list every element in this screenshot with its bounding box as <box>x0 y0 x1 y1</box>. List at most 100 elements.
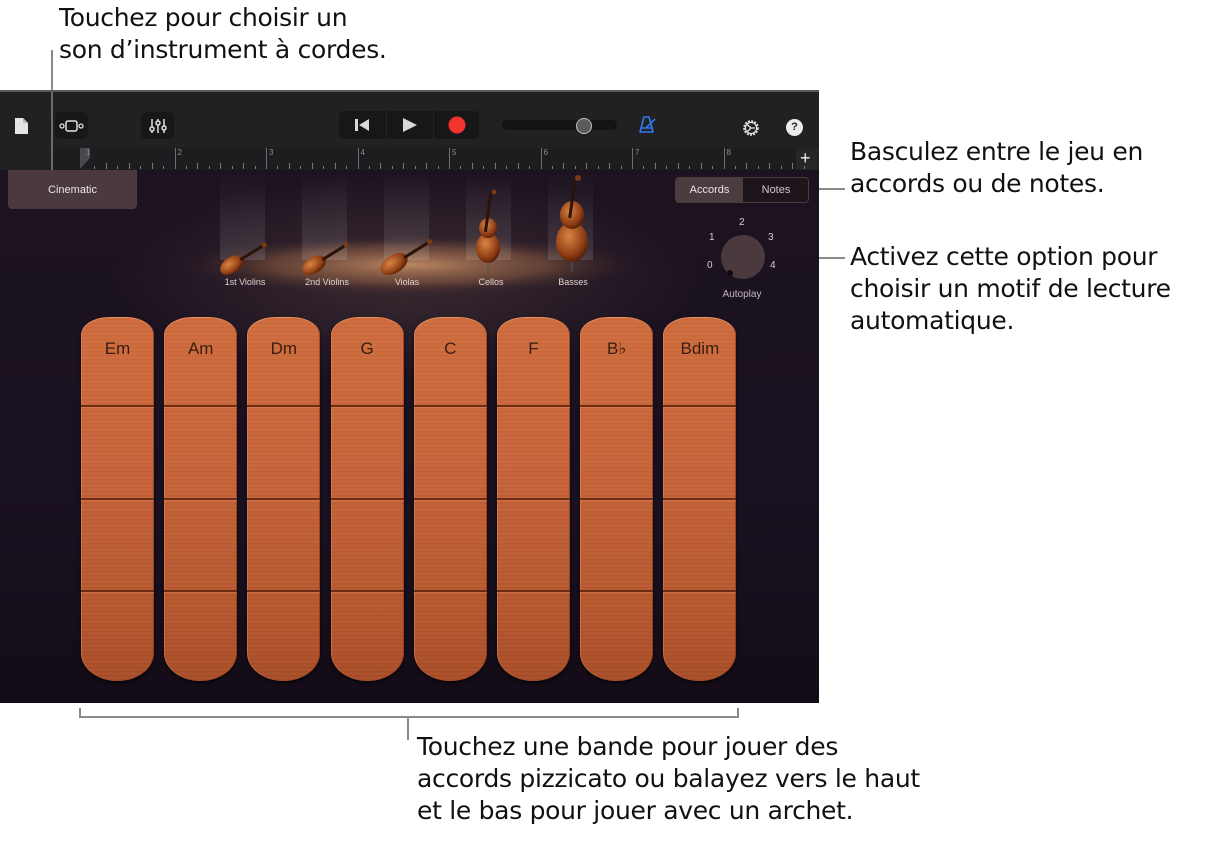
chord-strip-divider <box>580 590 654 592</box>
ruler-tick <box>151 163 153 169</box>
chord-strip-label: F <box>528 339 539 358</box>
ruler-bar-line <box>540 148 542 169</box>
ruler-tick <box>391 166 393 169</box>
autoplay-position-1[interactable]: 1 <box>709 232 715 243</box>
ruler-bar-number: 3 <box>269 148 274 157</box>
ruler-tick <box>529 166 531 169</box>
plus-icon: + <box>800 148 811 168</box>
record-button[interactable] <box>434 111 480 139</box>
volume-slider[interactable] <box>502 120 617 130</box>
go-to-start-icon <box>355 119 369 131</box>
ruler-bar-line <box>632 148 633 169</box>
ruler-tick <box>346 166 348 169</box>
ruler[interactable]: + 1 2 3 4 5 6 7 8 <box>0 148 819 170</box>
chord-strip-divider <box>663 590 737 592</box>
autoplay-position-2[interactable]: 2 <box>739 217 745 228</box>
ruler-tick <box>563 163 565 169</box>
callout-toggle-line-2: accords ou de notes. <box>850 169 1105 198</box>
callout-toggle-line-1: Basculez entre le jeu en <box>850 137 1143 166</box>
help-button[interactable]: ? <box>786 119 803 136</box>
ruler-tick <box>197 163 199 169</box>
callout-strips-line-1: Touchez une bande pour jouer des <box>417 732 839 761</box>
ruler-bar-number: 6 <box>543 148 548 157</box>
chord-strip-label: G <box>360 339 374 358</box>
mixer-button[interactable] <box>141 112 174 139</box>
chord-strip[interactable]: B♭ <box>580 317 654 681</box>
bracket-right <box>737 708 739 718</box>
autoplay-position-0[interactable]: 0 <box>707 260 713 271</box>
control-bar: ? <box>0 90 819 150</box>
autoplay-position-4[interactable]: 4 <box>770 260 776 271</box>
ruler-bar-line <box>266 148 267 169</box>
ruler-header <box>0 148 52 170</box>
divider <box>51 148 53 170</box>
chord-strip-divider <box>81 590 154 592</box>
autoplay-position-3[interactable]: 3 <box>768 232 774 243</box>
callout-sound-line-1: Touchez pour choisir un <box>59 3 348 32</box>
instrument-basses[interactable]: Basses <box>533 277 613 287</box>
chord-strip[interactable]: Em <box>81 317 154 681</box>
toggle-notes[interactable]: Notes <box>743 178 809 202</box>
toggle-chords[interactable]: Accords <box>676 178 743 202</box>
ruler-tick <box>597 166 599 169</box>
ruler-tick <box>517 163 519 169</box>
ruler-bar-line <box>723 148 725 169</box>
chord-strip[interactable]: G <box>330 317 404 681</box>
ruler-tick <box>586 163 588 169</box>
ruler-tick <box>300 166 302 169</box>
ruler-tick <box>380 163 382 169</box>
ruler-tick <box>460 166 462 169</box>
chord-strip-label: Em <box>104 339 131 358</box>
metronome-icon[interactable] <box>638 116 658 134</box>
chord-strip-divider <box>497 590 570 592</box>
callout-strips: Touchez une bande pour jouer des accords… <box>417 731 920 827</box>
ruler-tick <box>574 166 576 169</box>
ruler-tick <box>334 163 336 169</box>
add-section-button[interactable]: + <box>796 148 819 170</box>
ruler-tick <box>254 166 256 169</box>
ruler-tick <box>700 163 702 169</box>
volume-slider-thumb[interactable] <box>576 118 592 134</box>
ruler-tick <box>643 166 645 169</box>
instrument-2nd-violins[interactable]: 2nd Violins <box>287 277 367 287</box>
ruler-tick <box>117 166 119 169</box>
ruler-tick <box>483 166 485 169</box>
chord-strip[interactable]: C <box>413 317 487 681</box>
ruler-tick <box>368 166 370 169</box>
play-button[interactable] <box>387 111 433 139</box>
ruler-tick <box>94 166 96 169</box>
ruler-tick <box>208 166 210 169</box>
sound-button[interactable]: Cinematic <box>8 170 137 209</box>
autoplay-label: Autoplay <box>722 289 762 300</box>
chord-strip-divider <box>247 498 321 500</box>
ruler-tick <box>689 166 691 169</box>
instrument-violas[interactable]: Violas <box>367 277 447 287</box>
chord-strip[interactable]: Am <box>164 317 238 681</box>
chord-strip-divider <box>247 405 321 407</box>
ruler-tick <box>231 166 233 169</box>
ruler-bar-line <box>449 148 450 169</box>
instrument-1st-violins[interactable]: 1st Violins <box>205 277 285 287</box>
callout-sound-line-2: son d’instrument à cordes. <box>59 35 387 64</box>
callout-strips-line-2: accords pizzicato ou balayez vers le hau… <box>417 764 920 793</box>
chord-strip-divider <box>663 498 737 500</box>
ruler-bar-number: 5 <box>452 148 457 157</box>
chord-strip-divider <box>81 498 154 500</box>
instrument-cellos[interactable]: Cellos <box>451 277 531 287</box>
my-songs-icon[interactable] <box>14 117 30 135</box>
ruler-tick <box>243 163 245 169</box>
chord-strip[interactable]: Dm <box>247 317 321 681</box>
chord-strip[interactable]: F <box>497 317 570 681</box>
ruler-bar-line <box>174 148 176 169</box>
chord-strip-divider <box>580 405 654 407</box>
chord-strip-divider <box>497 498 570 500</box>
ruler-tick <box>128 163 130 169</box>
chord-strip-label: C <box>444 339 457 358</box>
go-to-start-button[interactable] <box>339 111 385 139</box>
ruler-tick <box>769 163 771 169</box>
ruler-tick <box>712 166 714 169</box>
chord-strip[interactable]: Bdim <box>663 317 737 681</box>
browser-button[interactable] <box>55 112 88 139</box>
ruler-tick <box>288 163 290 169</box>
settings-icon[interactable] <box>742 119 760 137</box>
